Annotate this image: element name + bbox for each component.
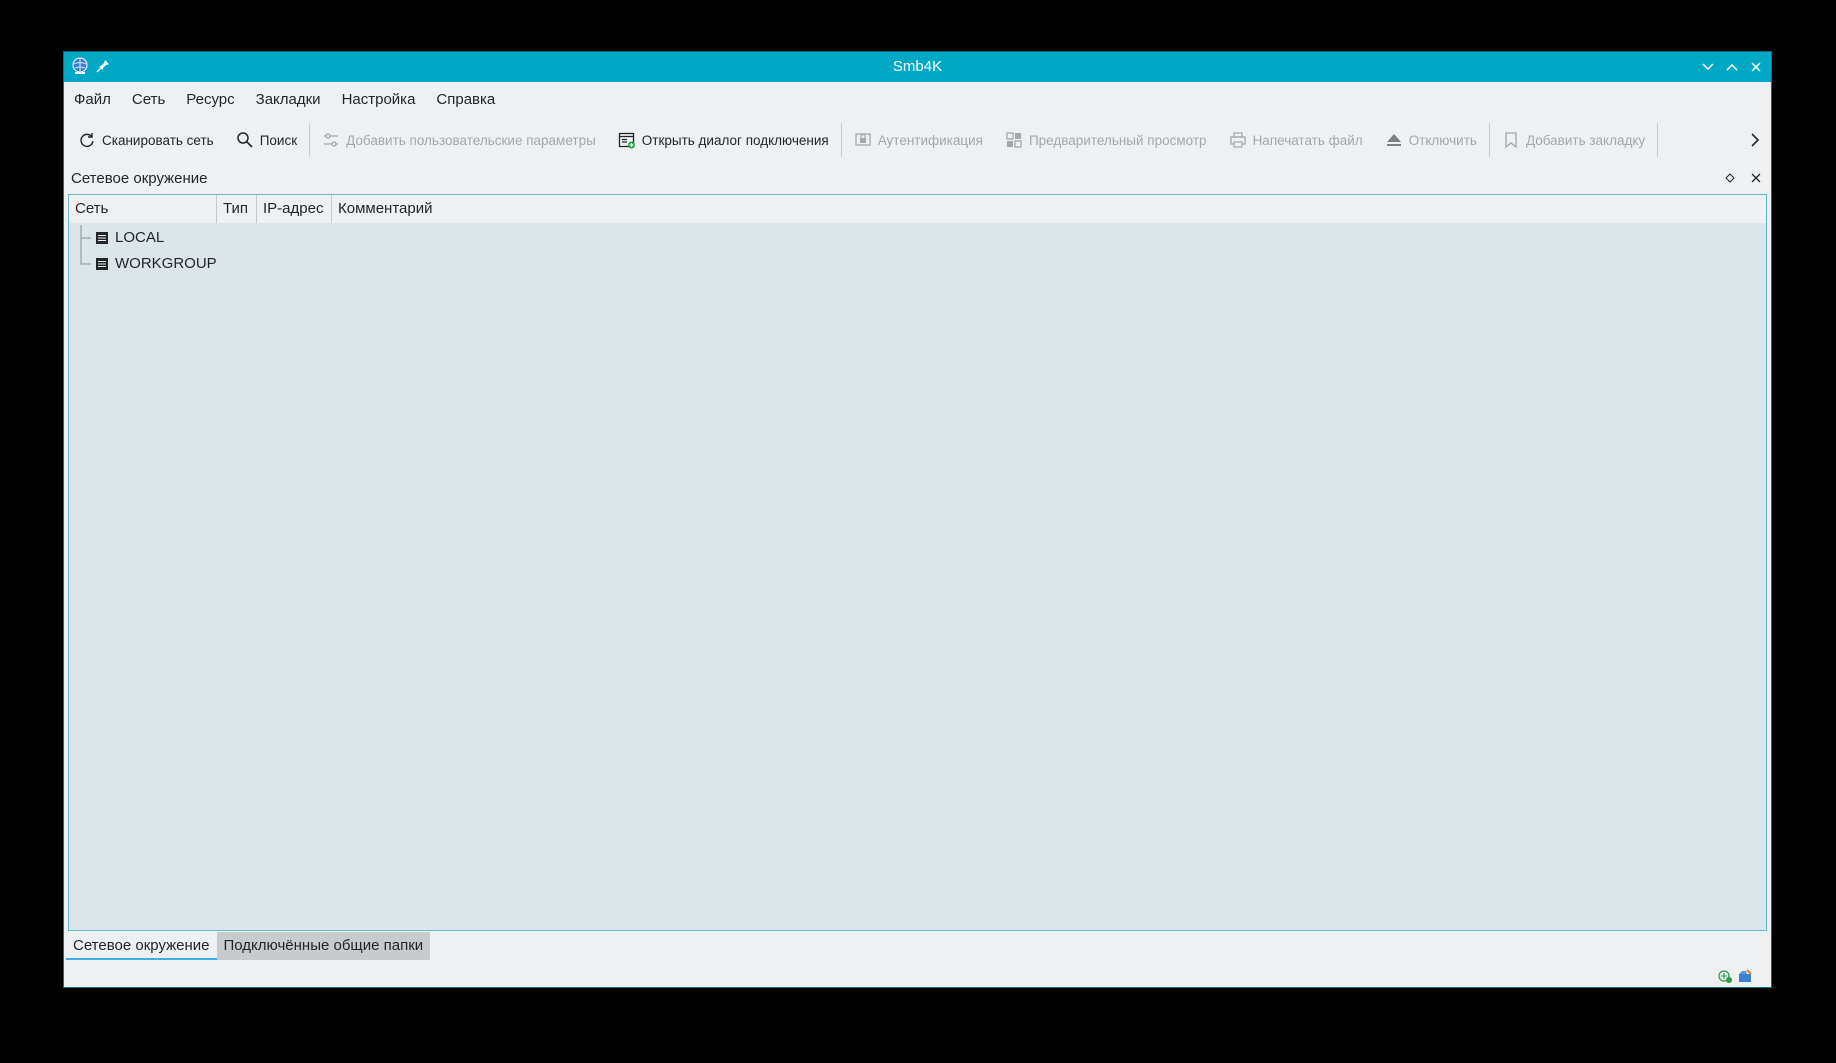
tree-row-label: WORKGROUP [115, 255, 217, 272]
mount-dialog-icon [618, 132, 635, 149]
diamond-icon [1725, 173, 1735, 183]
search-label: Поиск [259, 132, 298, 148]
network-tree-view[interactable]: Сеть Тип IP-адрес Комментарий LOCAL WORK… [68, 194, 1767, 931]
menu-file[interactable]: Файл [74, 91, 111, 108]
grid-view-icon [1006, 132, 1022, 148]
print-file-label: Напечатать файл [1252, 132, 1363, 148]
tab-mounted-shares[interactable]: Подключённые общие папки [216, 932, 431, 960]
dock-header: Сетевое окружение [64, 164, 1771, 194]
menu-bookmarks[interactable]: Закладки [256, 91, 321, 108]
print-file-button[interactable]: Напечатать файл [1229, 131, 1363, 149]
tree-row-workgroup[interactable]: WORKGROUP [69, 251, 269, 277]
authentication-label: Аутентификация [877, 132, 983, 148]
unmount-button[interactable]: Отключить [1385, 131, 1477, 149]
add-custom-options-label: Добавить пользовательские параметры [346, 132, 596, 148]
bookmark-icon [1505, 132, 1517, 149]
chevron-right-icon [1751, 133, 1760, 147]
scan-network-label: Сканировать сеть [102, 132, 214, 148]
dock-title: Сетевое окружение [71, 170, 208, 187]
dock-float-button[interactable] [1723, 171, 1737, 185]
menu-network[interactable]: Сеть [132, 91, 165, 108]
printer-icon [1229, 132, 1246, 148]
search-button[interactable]: Поиск [236, 131, 297, 149]
preview-button[interactable]: Предварительный просмотр [1005, 131, 1207, 149]
add-bookmark-button[interactable]: Добавить закладку [1502, 131, 1645, 149]
close-icon [1751, 62, 1761, 72]
tree-row-local[interactable]: LOCAL [69, 225, 269, 251]
add-custom-options-button[interactable]: Добавить пользовательские параметры [322, 131, 596, 149]
dock-close-button[interactable] [1749, 171, 1763, 185]
toolbar-separator [1488, 123, 1490, 157]
tree-row-label: LOCAL [115, 229, 165, 246]
column-header-comment[interactable]: Комментарий [332, 195, 1766, 223]
network-status-icon[interactable] [1717, 968, 1733, 989]
add-bookmark-label: Добавить закладку [1525, 132, 1646, 148]
unmount-label: Отключить [1408, 132, 1477, 148]
minimize-button[interactable] [1699, 58, 1717, 76]
refresh-icon [80, 133, 94, 147]
pin-icon[interactable] [96, 59, 110, 78]
title-bar[interactable]: Smb4K [64, 52, 1771, 82]
toolbar-separator [1657, 123, 1659, 157]
tree-branch-line [80, 225, 91, 251]
menu-help[interactable]: Справка [436, 91, 495, 108]
chevron-down-icon [1702, 63, 1714, 71]
toolbar-separator [309, 123, 311, 157]
close-button[interactable] [1747, 58, 1765, 76]
chevron-up-icon [1726, 63, 1738, 71]
network-workgroup-icon [96, 258, 108, 270]
status-bar [1717, 968, 1753, 989]
tree-branch-line [80, 251, 91, 265]
menu-share[interactable]: Ресурс [186, 91, 234, 108]
toolbar-overflow-button[interactable] [1745, 130, 1765, 150]
search-icon [236, 132, 253, 148]
menu-bar: Файл Сеть Ресурс Закладки Настройка Спра… [64, 82, 1771, 116]
menu-settings[interactable]: Настройка [342, 91, 416, 108]
authentication-button[interactable]: Аутентификация [854, 131, 983, 149]
window-title: Smb4K [892, 58, 943, 75]
lock-icon [855, 133, 871, 146]
column-header-type[interactable]: Тип [217, 195, 257, 223]
eject-icon [1386, 134, 1401, 146]
tab-network-neighborhood[interactable]: Сетевое окружение [66, 932, 217, 960]
app-globe-icon[interactable] [70, 56, 90, 81]
column-header-ip[interactable]: IP-адрес [257, 195, 332, 223]
open-mount-dialog-button[interactable]: Открыть диалог подключения [618, 131, 829, 149]
network-workgroup-icon [96, 232, 108, 244]
tree-header: Сеть Тип IP-адрес Комментарий [69, 195, 1766, 223]
scan-network-button[interactable]: Сканировать сеть [78, 131, 214, 149]
mount-status-icon[interactable] [1737, 968, 1753, 989]
toolbar: Сканировать сеть Поиск Добавить пользова… [64, 116, 1771, 164]
close-icon [1751, 173, 1761, 183]
sliders-icon [324, 133, 339, 147]
maximize-button[interactable] [1723, 58, 1741, 76]
preview-label: Предварительный просмотр [1028, 132, 1207, 148]
column-header-network[interactable]: Сеть [69, 195, 217, 223]
toolbar-separator [840, 123, 842, 157]
open-mount-dialog-label: Открыть диалог подключения [641, 132, 829, 148]
dock-tab-bar: Сетевое окружение Подключённые общие пап… [66, 932, 431, 960]
main-window: Smb4K Файл Сеть Ресурс Закладки Настройк… [64, 52, 1771, 987]
